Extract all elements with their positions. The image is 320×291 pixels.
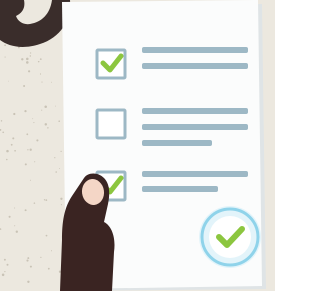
- speckle: [4, 56, 6, 58]
- illustration-canvas: [0, 0, 275, 291]
- speckle: [34, 161, 36, 163]
- speckle: [27, 257, 30, 260]
- speckle: [26, 133, 29, 136]
- checklist-illustration: [0, 0, 275, 291]
- speckle: [13, 112, 16, 116]
- speckle: [55, 171, 57, 173]
- speckle: [60, 204, 62, 206]
- speckle: [39, 73, 42, 75]
- speckle: [4, 44, 6, 47]
- text-line: [142, 63, 248, 69]
- speckle: [27, 280, 30, 283]
- speckle: [45, 234, 48, 237]
- speckle: [51, 81, 52, 83]
- speckle: [45, 199, 48, 202]
- text-line: [142, 186, 218, 192]
- speckle: [29, 179, 31, 181]
- speckle: [12, 137, 15, 140]
- speckle: [21, 58, 24, 61]
- speckle: [14, 149, 16, 152]
- speckle: [59, 168, 60, 170]
- speckle: [43, 199, 46, 201]
- speckle: [26, 259, 29, 262]
- speckle: [8, 80, 9, 82]
- speckle: [44, 123, 48, 126]
- speckle: [41, 109, 43, 111]
- speckle: [15, 230, 18, 233]
- text-line: [142, 171, 248, 177]
- speckle: [24, 163, 27, 166]
- speckle: [26, 57, 29, 61]
- speckle: [8, 215, 11, 218]
- speckle: [36, 139, 39, 142]
- checkbox-unchecked: [95, 108, 127, 140]
- speckle: [2, 131, 5, 134]
- speckle: [60, 150, 62, 153]
- speckle: [29, 148, 32, 151]
- speckle: [6, 149, 9, 153]
- speckle: [47, 267, 50, 270]
- speckle: [40, 256, 42, 259]
- speckle: [32, 118, 34, 120]
- speckle: [39, 58, 42, 60]
- text-line: [142, 124, 248, 130]
- speckle: [29, 52, 32, 54]
- speckle: [14, 207, 16, 209]
- text-line: [142, 140, 212, 146]
- speckle: [50, 250, 53, 252]
- text-line: [142, 108, 248, 114]
- speckle: [58, 120, 60, 122]
- speckle: [29, 265, 32, 268]
- speckle: [55, 105, 57, 107]
- speckle: [14, 225, 16, 227]
- speckle: [1, 273, 5, 277]
- speckle: [24, 110, 27, 113]
- speckle: [47, 127, 49, 129]
- speckle: [33, 202, 36, 204]
- text-line: [142, 47, 248, 53]
- speckle: [27, 149, 29, 151]
- checkmark-badge-icon: [199, 206, 261, 268]
- speckle: [27, 70, 31, 73]
- speckle: [60, 197, 63, 200]
- speckle: [37, 60, 40, 63]
- speckle: [3, 258, 6, 261]
- speckle: [0, 120, 3, 122]
- speckle: [26, 61, 29, 64]
- speckle: [41, 81, 43, 83]
- speckle: [10, 143, 13, 146]
- speckle: [6, 263, 9, 266]
- speckle: [44, 105, 47, 108]
- speckle: [33, 122, 35, 124]
- speckle: [29, 55, 32, 57]
- speckle: [23, 85, 26, 87]
- speckle: [54, 157, 56, 159]
- speckle: [6, 158, 8, 161]
- speckle: [24, 209, 27, 212]
- speckle: [4, 270, 6, 273]
